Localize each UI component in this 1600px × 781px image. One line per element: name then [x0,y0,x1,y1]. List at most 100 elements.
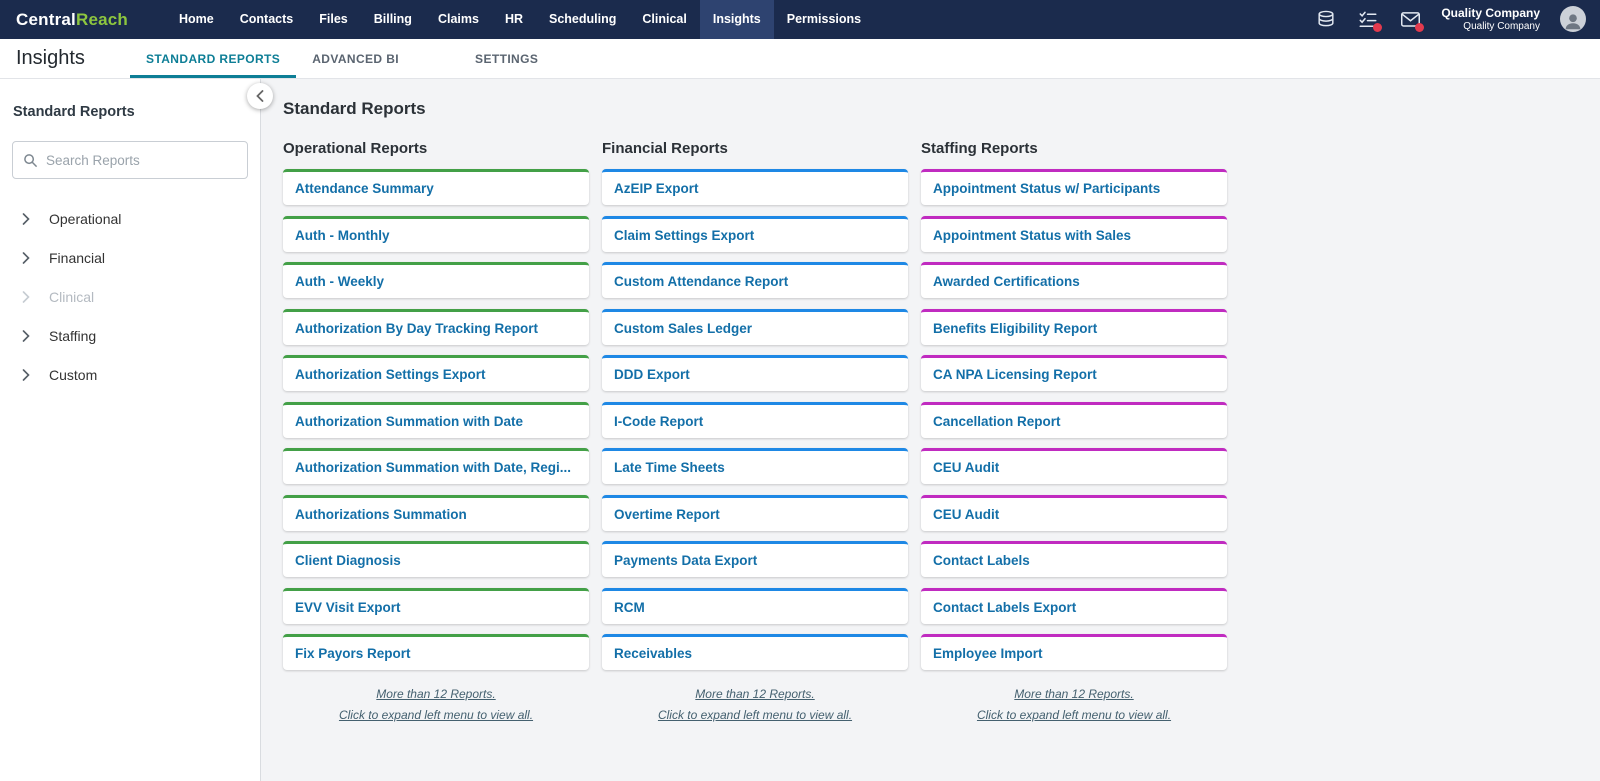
report-card[interactable]: Attendance Summary [283,169,589,205]
nav-item-hr[interactable]: HR [492,0,536,39]
report-card[interactable]: Receivables [602,634,908,670]
main-content: Standard Reports Operational Reports Atte… [261,79,1600,781]
chevron-left-icon [256,90,264,102]
report-link: Receivables [614,646,693,661]
report-card[interactable]: EVV Visit Export [283,587,589,624]
report-card[interactable]: Overtime Report [602,494,908,531]
nav-item-files[interactable]: Files [306,0,361,39]
report-link: Authorization By Day Tracking Report [295,320,539,336]
tab-settings[interactable]: SETTINGS [459,39,554,78]
sidebar-list: Operational Financial Clinical Staffing Cust… [0,199,260,394]
sidebar-item-financial[interactable]: Financial [0,238,260,277]
collapse-sidebar-button[interactable] [247,83,273,109]
sidebar-item-label: Operational [49,210,122,227]
nav-item-claims[interactable]: Claims [425,0,492,39]
nav-item-home[interactable]: Home [166,0,227,39]
company-subname: Quality Company [1463,20,1540,32]
report-columns: Operational Reports Attendance Summary Aut… [283,140,1600,729]
report-link: Employee Import [933,646,1043,661]
more-links: More than 12 Reports. Click to expand lef… [283,687,589,722]
report-link: Contact Labels Export [933,599,1077,615]
sidebar-item-staffing[interactable]: Staffing [0,316,260,355]
nav-item-insights[interactable]: Insights [699,0,774,39]
nav-item-billing[interactable]: Billing [361,0,425,39]
report-card[interactable]: Cancellation Report [921,401,1227,438]
report-column: Financial Reports AzEIP Export Claim Setti… [602,140,908,729]
report-card[interactable]: Custom Attendance Report [602,262,908,298]
report-link: Cancellation Report [933,413,1061,429]
report-card[interactable]: Contact Labels [921,541,1227,577]
sidebar-item-custom[interactable]: Custom [0,355,260,394]
report-link: Appointment Status with Sales [933,227,1132,243]
report-card[interactable]: CEU Audit [921,448,1227,484]
user-avatar[interactable] [1560,6,1586,33]
report-link: Contact Labels [933,553,1030,568]
nav-item-scheduling[interactable]: Scheduling [536,0,629,39]
report-card[interactable]: Appointment Status with Sales [921,215,1227,252]
report-card[interactable]: Employee Import [921,634,1227,670]
tab-advanced-bi[interactable]: ADVANCED BI [296,39,415,78]
tasks-notification-badge [1373,23,1383,33]
sidebar-item-label: Financial [49,249,106,266]
report-link: CA NPA Licensing Report [933,367,1097,382]
report-card[interactable]: Authorization Summation with Date, Regi.… [283,448,589,484]
sidebar-item-operational[interactable]: Operational [0,199,260,238]
more-reports-link[interactable]: More than 12 Reports. [283,687,589,701]
report-card[interactable]: I-Code Report [602,401,908,438]
report-card[interactable]: Payments Data Export [602,541,908,577]
report-card[interactable]: AzEIP Export [602,169,908,205]
search-icon [24,153,38,167]
top-navbar: CentralReach Home Contacts Files Billing Cla… [0,0,1600,39]
tasks-icon[interactable] [1357,8,1383,33]
more-links: More than 12 Reports. Click to expand lef… [602,687,908,722]
report-card[interactable]: Custom Sales Ledger [602,308,908,345]
report-card[interactable]: DDD Export [602,355,908,391]
mail-notification-badge [1415,23,1425,33]
report-link: Awarded Certifications [933,274,1080,289]
report-link: Attendance Summary [295,181,434,196]
report-card[interactable]: Authorization Summation with Date [283,401,589,438]
report-card[interactable]: RCM [602,587,908,624]
centralreach-logo[interactable]: CentralReach [0,10,144,30]
search-box [12,141,248,179]
company-switcher[interactable]: Quality Company Quality Company [1441,6,1540,32]
report-card[interactable]: Awarded Certifications [921,262,1227,298]
report-card[interactable]: Authorization By Day Tracking Report [283,308,589,345]
report-card[interactable]: Auth - Monthly [283,215,589,252]
report-link: I-Code Report [614,413,704,429]
more-links: More than 12 Reports. Click to expand lef… [921,687,1227,722]
report-card[interactable]: Authorization Settings Export [283,355,589,391]
report-card[interactable]: Client Diagnosis [283,541,589,577]
more-reports-link[interactable]: More than 12 Reports. [602,687,908,701]
nav-items: Home Contacts Files Billing Claims HR Scheduli… [166,0,874,39]
report-link: Custom Sales Ledger [614,320,753,336]
report-card[interactable]: Claim Settings Export [602,215,908,252]
nav-item-clinical[interactable]: Clinical [629,0,699,39]
nav-item-contacts[interactable]: Contacts [227,0,306,39]
report-card[interactable]: CA NPA Licensing Report [921,355,1227,391]
nav-item-permissions[interactable]: Permissions [774,0,874,39]
report-card[interactable]: Contact Labels Export [921,587,1227,624]
report-card[interactable]: Auth - Weekly [283,262,589,298]
report-link: Overtime Report [614,506,720,522]
report-link: DDD Export [614,367,690,382]
expand-menu-link[interactable]: Click to expand left menu to view all. [283,708,589,722]
mail-icon[interactable] [1399,8,1425,33]
more-reports-link[interactable]: More than 12 Reports. [921,687,1227,701]
report-card[interactable]: Late Time Sheets [602,448,908,484]
report-card[interactable]: Benefits Eligibility Report [921,308,1227,345]
expand-menu-link[interactable]: Click to expand left menu to view all. [602,708,908,722]
report-card[interactable]: Fix Payors Report [283,634,589,670]
report-link: CEU Audit [933,460,1000,475]
column-header: Operational Reports [283,140,428,157]
apps-stack-icon[interactable] [1315,8,1337,30]
search-input[interactable] [46,152,237,168]
report-card[interactable]: CEU Audit [921,494,1227,531]
report-card[interactable]: Authorizations Summation [283,494,589,531]
tab-standard-reports[interactable]: STANDARD REPORTS [130,39,296,78]
sidebar-item-clinical[interactable]: Clinical [0,277,260,316]
report-card[interactable]: Appointment Status w/ Participants [921,169,1227,205]
sidebar-item-label: Custom [49,366,98,383]
company-name: Quality Company [1441,6,1540,21]
expand-menu-link[interactable]: Click to expand left menu to view all. [921,708,1227,722]
